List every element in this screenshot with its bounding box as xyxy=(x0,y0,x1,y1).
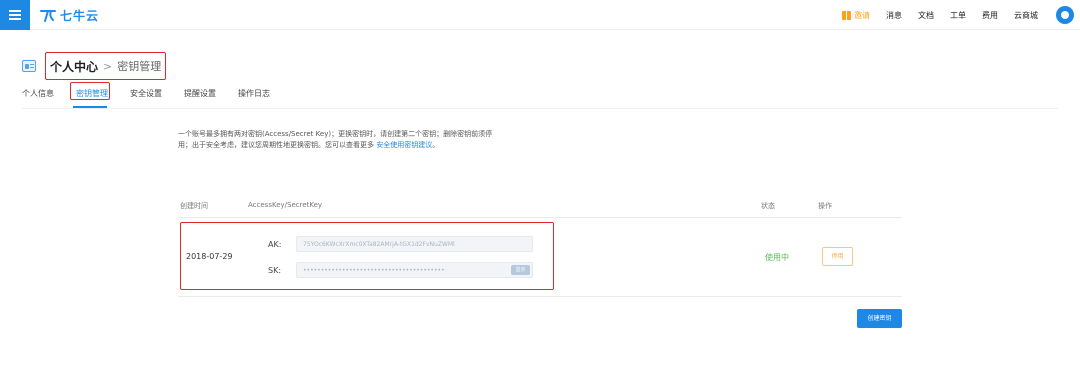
header-status: 状态 xyxy=(761,202,775,210)
chevron-right-icon: > xyxy=(103,59,113,73)
header-created: 创建时间 xyxy=(180,202,208,210)
top-bar: 七牛云 邀请 消息 文档 工单 费用 云商城 xyxy=(0,0,1080,30)
breadcrumb: 个人中心 > 密钥管理 xyxy=(45,52,167,80)
tab-key-management[interactable]: 密钥管理 xyxy=(70,82,110,108)
page-header: 个人中心 > 密钥管理 xyxy=(22,52,167,80)
gift-icon xyxy=(842,10,851,20)
nav-tickets[interactable]: 工单 xyxy=(950,10,966,21)
create-key-button[interactable]: 创建密钥 xyxy=(857,309,902,328)
access-key-field[interactable]: 75YOc6KWcXrXmc0XTa82AMrjA-tGX1d2FvNuZWMl xyxy=(296,236,533,252)
tab-highlight xyxy=(70,82,110,100)
created-date: 2018-07-29 xyxy=(186,252,233,261)
sk-label: SK: xyxy=(268,266,282,275)
row-divider xyxy=(178,296,902,297)
description-line1: 一个账号最多拥有两对密钥(Access/Secret Key)；更换密钥时，请创… xyxy=(178,130,493,138)
breadcrumb-current[interactable]: 个人中心 xyxy=(50,58,98,75)
tab-personal-info[interactable]: 个人信息 xyxy=(22,84,54,108)
nav-messages[interactable]: 消息 xyxy=(886,10,902,21)
ak-label: AK: xyxy=(268,240,282,249)
disable-button[interactable]: 停用 xyxy=(822,247,853,266)
description-line2: 用；出于安全考虑，建议您周期性地更换密钥。您可以查看更多 安全使用密钥建议。 xyxy=(178,141,440,149)
invite-link[interactable]: 邀请 xyxy=(842,10,870,21)
key-row-highlight xyxy=(180,222,554,290)
invite-label: 邀请 xyxy=(854,10,870,20)
table-header: 创建时间 AccessKey/SecretKey 状态 操作 xyxy=(178,200,902,218)
tab-security-settings[interactable]: 安全设置 xyxy=(130,84,162,108)
show-secret-button[interactable]: 显示 xyxy=(511,265,530,275)
logo-text: 七牛云 xyxy=(60,9,100,23)
tab-operation-log[interactable]: 操作日志 xyxy=(238,84,270,108)
nav-docs[interactable]: 文档 xyxy=(918,10,934,21)
top-nav: 邀请 消息 文档 工单 费用 云商城 xyxy=(842,0,1080,30)
secret-key-field[interactable]: ••••••••••••••••••••••••••••••••••••••••… xyxy=(296,262,533,278)
breadcrumb-sub: 密钥管理 xyxy=(117,60,162,73)
logo[interactable]: 七牛云 xyxy=(40,7,99,24)
status-badge: 使用中 xyxy=(765,253,789,262)
tab-bar: 个人信息 密钥管理 安全设置 提醒设置 操作日志 xyxy=(22,82,292,110)
secret-key-value: •••••••••••••••••••••••••••••••••••••••• xyxy=(303,267,445,274)
security-tips-link[interactable]: 安全使用密钥建议 xyxy=(376,141,432,149)
nav-billing[interactable]: 费用 xyxy=(982,10,998,21)
avatar[interactable] xyxy=(1056,6,1074,24)
header-action: 操作 xyxy=(818,202,832,210)
hamburger-icon xyxy=(9,10,21,20)
logo-icon xyxy=(40,9,56,22)
tab-divider xyxy=(22,108,1058,109)
header-keys: AccessKey/SecretKey xyxy=(248,201,323,209)
nav-marketplace[interactable]: 云商城 xyxy=(1014,10,1038,21)
tab-reminder-settings[interactable]: 提醒设置 xyxy=(184,84,216,108)
description: 一个账号最多拥有两对密钥(Access/Secret Key)；更换密钥时，请创… xyxy=(178,129,548,151)
id-card-icon xyxy=(22,60,36,72)
menu-button[interactable] xyxy=(0,0,30,30)
